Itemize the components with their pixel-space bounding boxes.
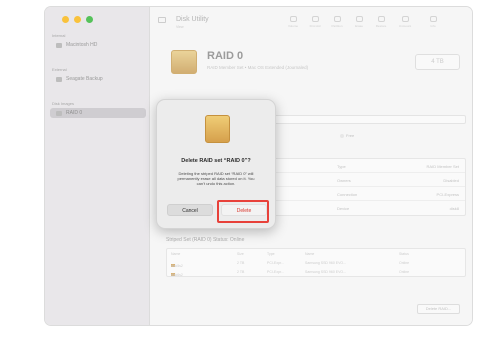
sidebar-item-label: Seagate Backup <box>66 76 103 82</box>
minimize-button[interactable] <box>74 16 81 23</box>
sidebar-item-label: RAID 0 <box>66 110 83 116</box>
close-button[interactable] <box>62 16 69 23</box>
cancel-button[interactable]: Cancel <box>167 204 213 216</box>
sidebar-section-internal: Internal <box>52 33 66 38</box>
sidebar-section-external: External <box>52 67 67 72</box>
sidebar-item-label: Macintosh HD <box>66 42 98 48</box>
sidebar-item-macintosh-hd[interactable]: Macintosh HD <box>50 40 146 50</box>
disk-icon <box>56 42 62 48</box>
sidebar-item-seagate-backup[interactable]: Seagate Backup <box>50 74 146 84</box>
sidebar-item-raid-0[interactable]: RAID 0 <box>50 108 146 118</box>
sidebar: Internal Macintosh HD External Seagate B… <box>45 7 150 325</box>
raid-icon <box>56 110 62 116</box>
disk-icon <box>56 76 62 82</box>
zoom-button[interactable] <box>86 16 93 23</box>
window-controls <box>62 16 93 23</box>
raid-disk-icon <box>205 115 230 143</box>
dialog-title: Delete RAID set “RAID 0”? <box>181 158 251 164</box>
delete-highlight-box <box>217 200 269 223</box>
dialog-message: Deleting the striped RAID set “RAID 0” w… <box>177 171 255 186</box>
sidebar-section-disk-images: Disk Images <box>52 101 75 106</box>
